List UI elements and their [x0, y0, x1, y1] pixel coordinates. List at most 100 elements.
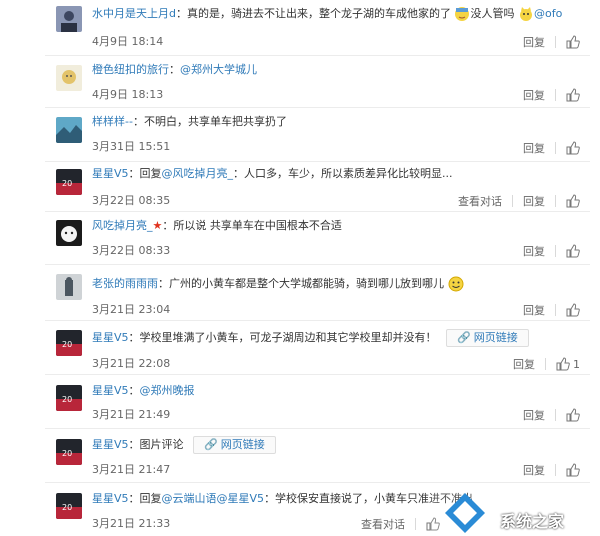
comment-username[interactable]: 星星V5 — [92, 331, 129, 344]
comment-username[interactable]: 星星V5 — [92, 438, 129, 451]
like-button[interactable] — [566, 463, 580, 477]
comment-username[interactable]: 水中月是天上月d — [92, 7, 176, 20]
comment-item: 风吃掉月亮_★：所以说 共享单车在中国根本不合适 3月22日 08:33 回复 — [0, 211, 600, 264]
divider — [45, 107, 590, 108]
avatar[interactable] — [56, 220, 82, 246]
like-button[interactable]: 1 — [556, 357, 580, 371]
comment-username[interactable]: 风吃掉月亮_ — [92, 219, 153, 232]
comment-time: 3月22日 08:33 — [92, 244, 171, 257]
thumbs-up-icon — [566, 303, 580, 317]
comment-item: 20 星星V5：图片评论 🔗 网页链接 3月21日 21:47 回复 — [0, 428, 600, 482]
divider — [555, 142, 556, 154]
reply-button[interactable]: 回复 — [523, 34, 545, 50]
mention-link[interactable]: @郑州晚报 — [140, 384, 195, 397]
like-button[interactable] — [566, 88, 580, 102]
svg-text:20: 20 — [62, 395, 72, 404]
comment-item: 老张的雨雨雨：广州的小黄车都是整个大学城都能骑，骑到哪儿放到哪儿 3月21日 2… — [0, 264, 600, 320]
divider — [45, 264, 590, 265]
avatar[interactable]: 20 — [56, 385, 82, 411]
reply-button[interactable]: 回复 — [523, 193, 545, 209]
comment-time: 3月22日 08:35 — [92, 194, 171, 207]
reply-button[interactable]: 回复 — [523, 243, 545, 259]
web-link-button[interactable]: 🔗 网页链接 — [193, 436, 276, 454]
view-dialog-button[interactable]: 查看对话 — [458, 193, 502, 209]
comment-username[interactable]: 样样样-- — [92, 115, 133, 128]
comment-actions: 查看对话 回复 — [458, 193, 580, 209]
comment-actions: 回复 — [523, 243, 580, 259]
comment-time: 4月9日 18:14 — [92, 35, 164, 48]
thumbs-up-icon — [566, 408, 580, 422]
comment-text: 老张的雨雨雨：广州的小黄车都是整个大学城都能骑，骑到哪儿放到哪儿 — [92, 275, 490, 293]
mention-link[interactable]: @ofo — [534, 7, 562, 20]
svg-text:20: 20 — [62, 503, 72, 512]
divider — [45, 211, 590, 212]
comment-username[interactable]: 星星V5 — [92, 384, 129, 397]
divider — [555, 304, 556, 316]
web-link-button[interactable]: 🔗 网页链接 — [446, 329, 529, 347]
like-button[interactable] — [566, 35, 580, 49]
comment-actions: 回复 — [523, 87, 580, 103]
avatar[interactable] — [56, 274, 82, 300]
divider — [45, 374, 590, 375]
avatar[interactable] — [56, 6, 82, 32]
reply-button[interactable]: 回复 — [523, 140, 545, 156]
comment-username[interactable]: 老张的雨雨雨 — [92, 277, 158, 290]
reply-button[interactable]: 回复 — [523, 302, 545, 318]
thumbs-up-icon — [566, 194, 580, 208]
reply-button[interactable]: 回复 — [513, 356, 535, 372]
comment-time: 3月21日 21:33 — [92, 517, 171, 530]
divider — [45, 161, 590, 162]
divider — [45, 320, 590, 321]
comment-time: 3月21日 22:08 — [92, 357, 171, 370]
comment-time: 3月31日 15:51 — [92, 140, 171, 153]
comment-actions: 回复 1 — [513, 356, 580, 372]
like-button[interactable] — [566, 141, 580, 155]
comment-username[interactable]: 橙色纽扣的旅行 — [92, 63, 169, 76]
mention-link[interactable]: @风吃掉月亮_ — [162, 167, 234, 180]
divider — [555, 36, 556, 48]
comment-item: 20 星星V5：回复@风吃掉月亮_：人口多，车少，所以素质差异化比较明显... … — [0, 161, 600, 211]
link-icon: 🔗 — [457, 331, 471, 344]
link-icon: 🔗 — [204, 438, 218, 451]
mention-link[interactable]: @云端山语 — [162, 492, 217, 505]
comment-text: 水中月是天上月d：真的是，骑进去不让出来，整个龙子湖的车成他家的了 没人管吗 @… — [92, 7, 563, 21]
reply-button[interactable]: 回复 — [523, 407, 545, 423]
comment-actions: 回复 — [523, 407, 580, 423]
avatar[interactable]: 20 — [56, 330, 82, 356]
comment-time: 4月9日 18:13 — [92, 88, 164, 101]
comment-time: 3月21日 21:47 — [92, 463, 171, 476]
watermark-text: 系统之家 — [500, 512, 565, 531]
avatar[interactable] — [56, 65, 82, 91]
like-button[interactable] — [566, 194, 580, 208]
comment-text: 风吃掉月亮_★：所以说 共享单车在中国根本不合适 — [92, 219, 342, 232]
like-button[interactable] — [566, 303, 580, 317]
reply-button[interactable]: 回复 — [523, 462, 545, 478]
avatar[interactable]: 20 — [56, 493, 82, 519]
comment-actions: 查看对话 — [361, 516, 440, 532]
avatar[interactable] — [56, 117, 82, 143]
divider — [45, 55, 590, 56]
view-dialog-button[interactable]: 查看对话 — [361, 516, 405, 532]
comment-text: 样样样--：不明白，共享单车把共享扔了 — [92, 115, 287, 128]
mention-link[interactable]: @郑州大学城儿 — [180, 63, 257, 76]
comment-text: 星星V5：图片评论 🔗 网页链接 — [92, 436, 490, 454]
comment-username[interactable]: 星星V5 — [92, 167, 129, 180]
divider — [555, 89, 556, 101]
thumbs-up-icon — [566, 141, 580, 155]
comment-username[interactable]: 星星V5 — [92, 492, 129, 505]
divider — [555, 409, 556, 421]
comment-actions: 回复 — [523, 140, 580, 156]
comment-item: 样样样--：不明白，共享单车把共享扔了 3月31日 15:51 回复 — [0, 107, 600, 161]
reply-button[interactable]: 回复 — [523, 87, 545, 103]
comment-item: 20 星星V5：@郑州晚报 3月21日 21:49 回复 — [0, 374, 600, 428]
like-button[interactable] — [566, 408, 580, 422]
divider — [555, 245, 556, 257]
like-button[interactable] — [566, 244, 580, 258]
comment-text: 星星V5：@郑州晚报 — [92, 384, 195, 397]
divider — [545, 358, 546, 370]
avatar[interactable]: 20 — [56, 439, 82, 465]
avatar[interactable]: 20 — [56, 169, 82, 195]
divider — [45, 428, 590, 429]
mention-link[interactable]: @星星V5 — [217, 492, 265, 505]
divider — [415, 518, 416, 530]
